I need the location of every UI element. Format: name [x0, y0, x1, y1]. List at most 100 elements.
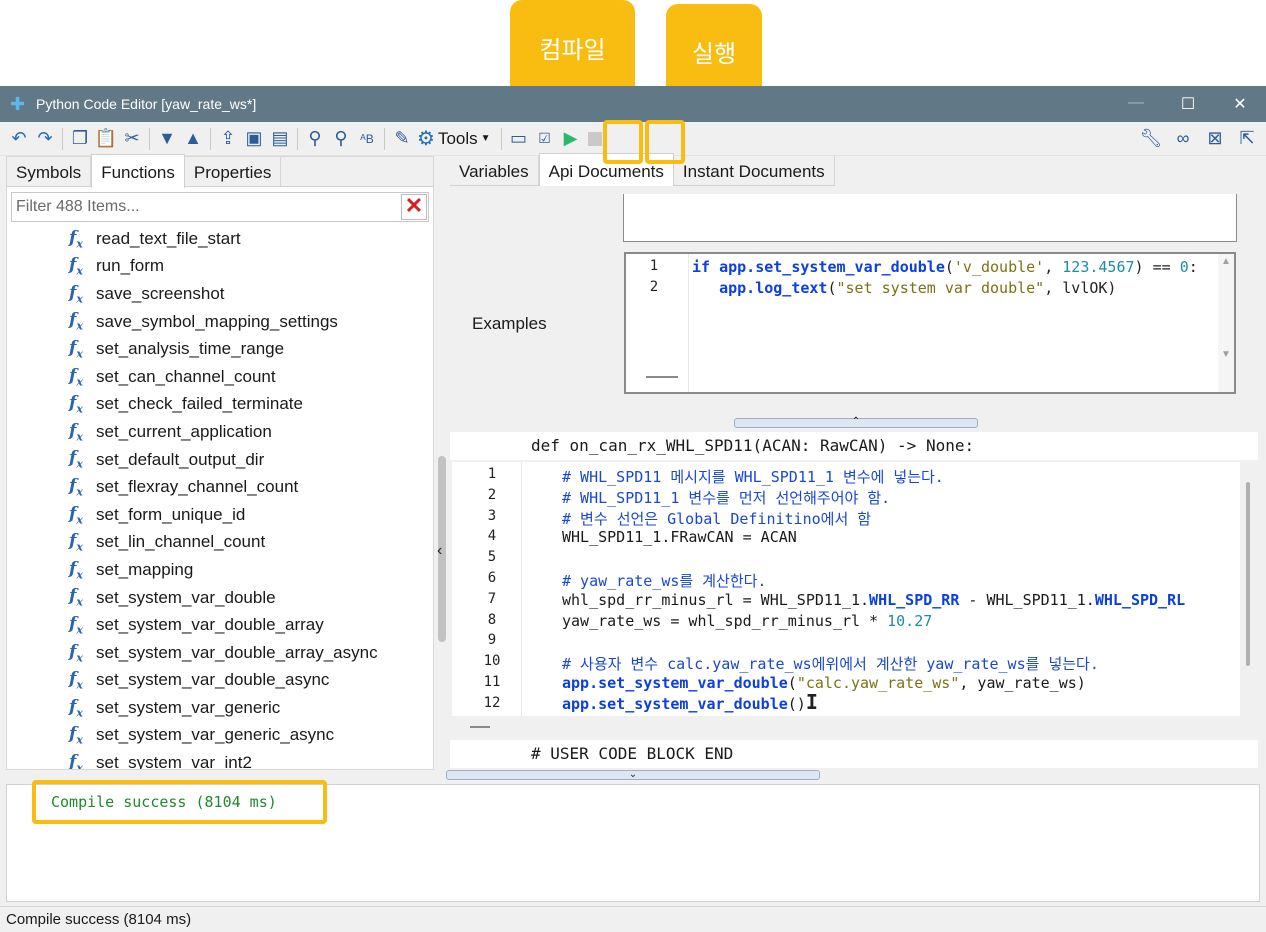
function-list-item[interactable]: fx set_system_var_int2 [7, 749, 433, 769]
function-list-item[interactable]: fx run_form [7, 253, 433, 281]
maximize-button[interactable]: ☐ [1162, 94, 1214, 114]
function-list-item[interactable]: fx set_system_var_double_async [7, 667, 433, 695]
tools-menu-button[interactable]: ⚙ Tools ▼ [417, 126, 491, 151]
function-icon: fx [69, 724, 83, 747]
find-replace-icon[interactable]: ⚲ [328, 126, 354, 152]
gear-icon: ⚙ [417, 128, 435, 150]
function-list-item[interactable]: fx set_system_var_double_array [7, 611, 433, 639]
function-list-item[interactable]: fx set_flexray_channel_count [7, 473, 433, 501]
function-icon: fx [69, 365, 83, 388]
close-window-icon[interactable]: ⊠ [1202, 126, 1228, 152]
code-editor[interactable]: 1 2 3 4 5 6 7 8 9 10 11 12 # WHL_SPD11 메시지를 WHL_SPD… [452, 462, 1240, 716]
function-icon: fx [69, 310, 83, 333]
function-icon: fx [69, 531, 83, 554]
paste-icon[interactable]: 📋 [93, 126, 119, 152]
app-icon: ✚ [10, 94, 26, 114]
function-icon: fx [69, 393, 83, 416]
function-list-item[interactable]: fx save_symbol_mapping_settings [7, 308, 433, 336]
function-name: set_form_unique_id [96, 504, 246, 524]
function-list-item[interactable]: fx read_text_file_start [7, 225, 433, 253]
function-name: set_flexray_channel_count [96, 477, 299, 497]
line-number: 8 [487, 611, 497, 628]
line-number: 10 [483, 653, 501, 670]
examples-scrollbar[interactable]: ▲ ▼ [1218, 254, 1234, 392]
function-list-item[interactable]: fx set_system_var_double [7, 584, 433, 612]
editor-scrollbar[interactable] [1246, 482, 1250, 666]
function-list-item[interactable]: fx set_current_application [7, 418, 433, 446]
tab-instant-documents[interactable]: Instant Documents [673, 156, 835, 186]
function-name: set_system_var_generic_async [96, 725, 335, 745]
filter-input[interactable] [12, 198, 401, 216]
code-line: # 변수 선언은 Global Definitino에서 함 [562, 509, 872, 528]
left-panel: Symbols Functions Properties ✕ fx read_te… [6, 154, 434, 770]
function-name: set_check_failed_terminate [96, 394, 303, 414]
function-list-item[interactable]: fx set_system_var_generic [7, 694, 433, 722]
clear-filter-icon[interactable]: ✕ [401, 194, 427, 220]
open-file-icon[interactable]: ⇪ [215, 126, 241, 152]
close-button[interactable]: ✕ [1214, 94, 1266, 114]
code-line: # yaw_rate_ws를 계산한다. [562, 572, 767, 590]
function-list-item[interactable]: fx set_mapping [7, 556, 433, 584]
run-icon[interactable]: ▶ [558, 126, 584, 152]
splitter-top[interactable]: ⌃ [734, 417, 978, 428]
minimize-button[interactable]: — [1110, 94, 1162, 114]
function-name: read_text_file_start [96, 228, 241, 248]
redo-icon[interactable]: ↷ [32, 126, 58, 152]
function-list-item[interactable]: fx set_form_unique_id [7, 501, 433, 529]
function-icon: fx [69, 337, 83, 361]
save-icon[interactable]: ▣ [241, 126, 267, 152]
function-name: run_form [96, 256, 165, 276]
example-line-number: 1 [649, 258, 659, 274]
undo-icon[interactable]: ↶ [6, 126, 32, 152]
function-name: set_mapping [96, 559, 194, 579]
replace-icon[interactable]: ᴬB [354, 126, 380, 152]
export-icon[interactable]: ⇱ [1234, 126, 1260, 152]
function-name: set_lin_channel_count [96, 532, 266, 552]
tab-functions[interactable]: Functions [91, 154, 185, 188]
status-bar: Compile success (8104 ms) [0, 906, 1266, 932]
copy-icon[interactable]: ❐ [67, 126, 93, 152]
function-icon: fx [69, 613, 83, 637]
line-number: 7 [487, 590, 497, 607]
move-up-icon[interactable]: ▲ [180, 126, 206, 152]
function-icon: fx [69, 586, 83, 609]
splitter-bottom[interactable]: ⌄ [446, 770, 820, 780]
tab-symbols[interactable]: Symbols [7, 157, 92, 186]
tab-variables[interactable]: Variables [450, 156, 539, 186]
screen: 컴파일 실행 ✚ Python Code Editor [yaw_rate_ws… [0, 0, 1266, 932]
stop-icon[interactable] [587, 131, 602, 146]
save-all-icon[interactable]: ▤ [267, 126, 293, 152]
cut-icon[interactable]: ✂ [119, 126, 145, 152]
function-list-item[interactable]: fx set_lin_channel_count [7, 529, 433, 557]
collapse-left-icon[interactable]: ‹ [437, 542, 442, 560]
function-icon: fx [69, 420, 83, 444]
tab-properties[interactable]: Properties [185, 157, 282, 186]
function-list-item[interactable]: fx set_system_var_generic_async [7, 722, 433, 750]
move-down-icon[interactable]: ▼ [154, 126, 180, 152]
function-list-item[interactable]: fx set_default_output_dir [7, 446, 433, 474]
link-icon[interactable]: ∞ [1170, 126, 1196, 152]
examples-hscroll[interactable] [646, 376, 678, 378]
edit-pencil-icon[interactable]: ✎ [389, 126, 415, 152]
code-line: whl_spd_rr_minus_rl = WHL_SPD11_1.WHL_SP… [562, 590, 1186, 609]
code-line: WHL_SPD11_1.FRawCAN = ACAN [562, 528, 797, 547]
function-icon: fx [69, 475, 83, 499]
api-documents-pane: Examples 1 if app.set_system_var_double(… [450, 186, 1258, 418]
line-gutter: 1 2 3 4 5 6 7 8 9 10 11 12 [452, 462, 522, 716]
line-number: 5 [487, 549, 497, 566]
function-list-item[interactable]: fx set_can_channel_count [7, 363, 433, 391]
line-number: 4 [487, 528, 497, 545]
compile-icon[interactable]: ☑ [532, 126, 558, 152]
function-list-item[interactable]: fx set_analysis_time_range [7, 335, 433, 363]
find-icon[interactable]: ⚲ [302, 126, 328, 152]
function-list-item[interactable]: fx save_screenshot [7, 280, 433, 308]
function-list-item[interactable]: fx set_system_var_double_array_async [7, 639, 433, 667]
function-icon: fx [69, 255, 83, 278]
line-number: 12 [483, 694, 501, 711]
function-name: set_current_application [96, 421, 272, 441]
open-folder-icon[interactable]: ▭ [506, 126, 532, 152]
function-list-item[interactable]: fx set_check_failed_terminate [7, 391, 433, 419]
line-number: 11 [483, 674, 501, 690]
editor-hscroll[interactable] [470, 726, 490, 728]
wrench-icon[interactable]: 🔧︎ [1138, 126, 1164, 152]
